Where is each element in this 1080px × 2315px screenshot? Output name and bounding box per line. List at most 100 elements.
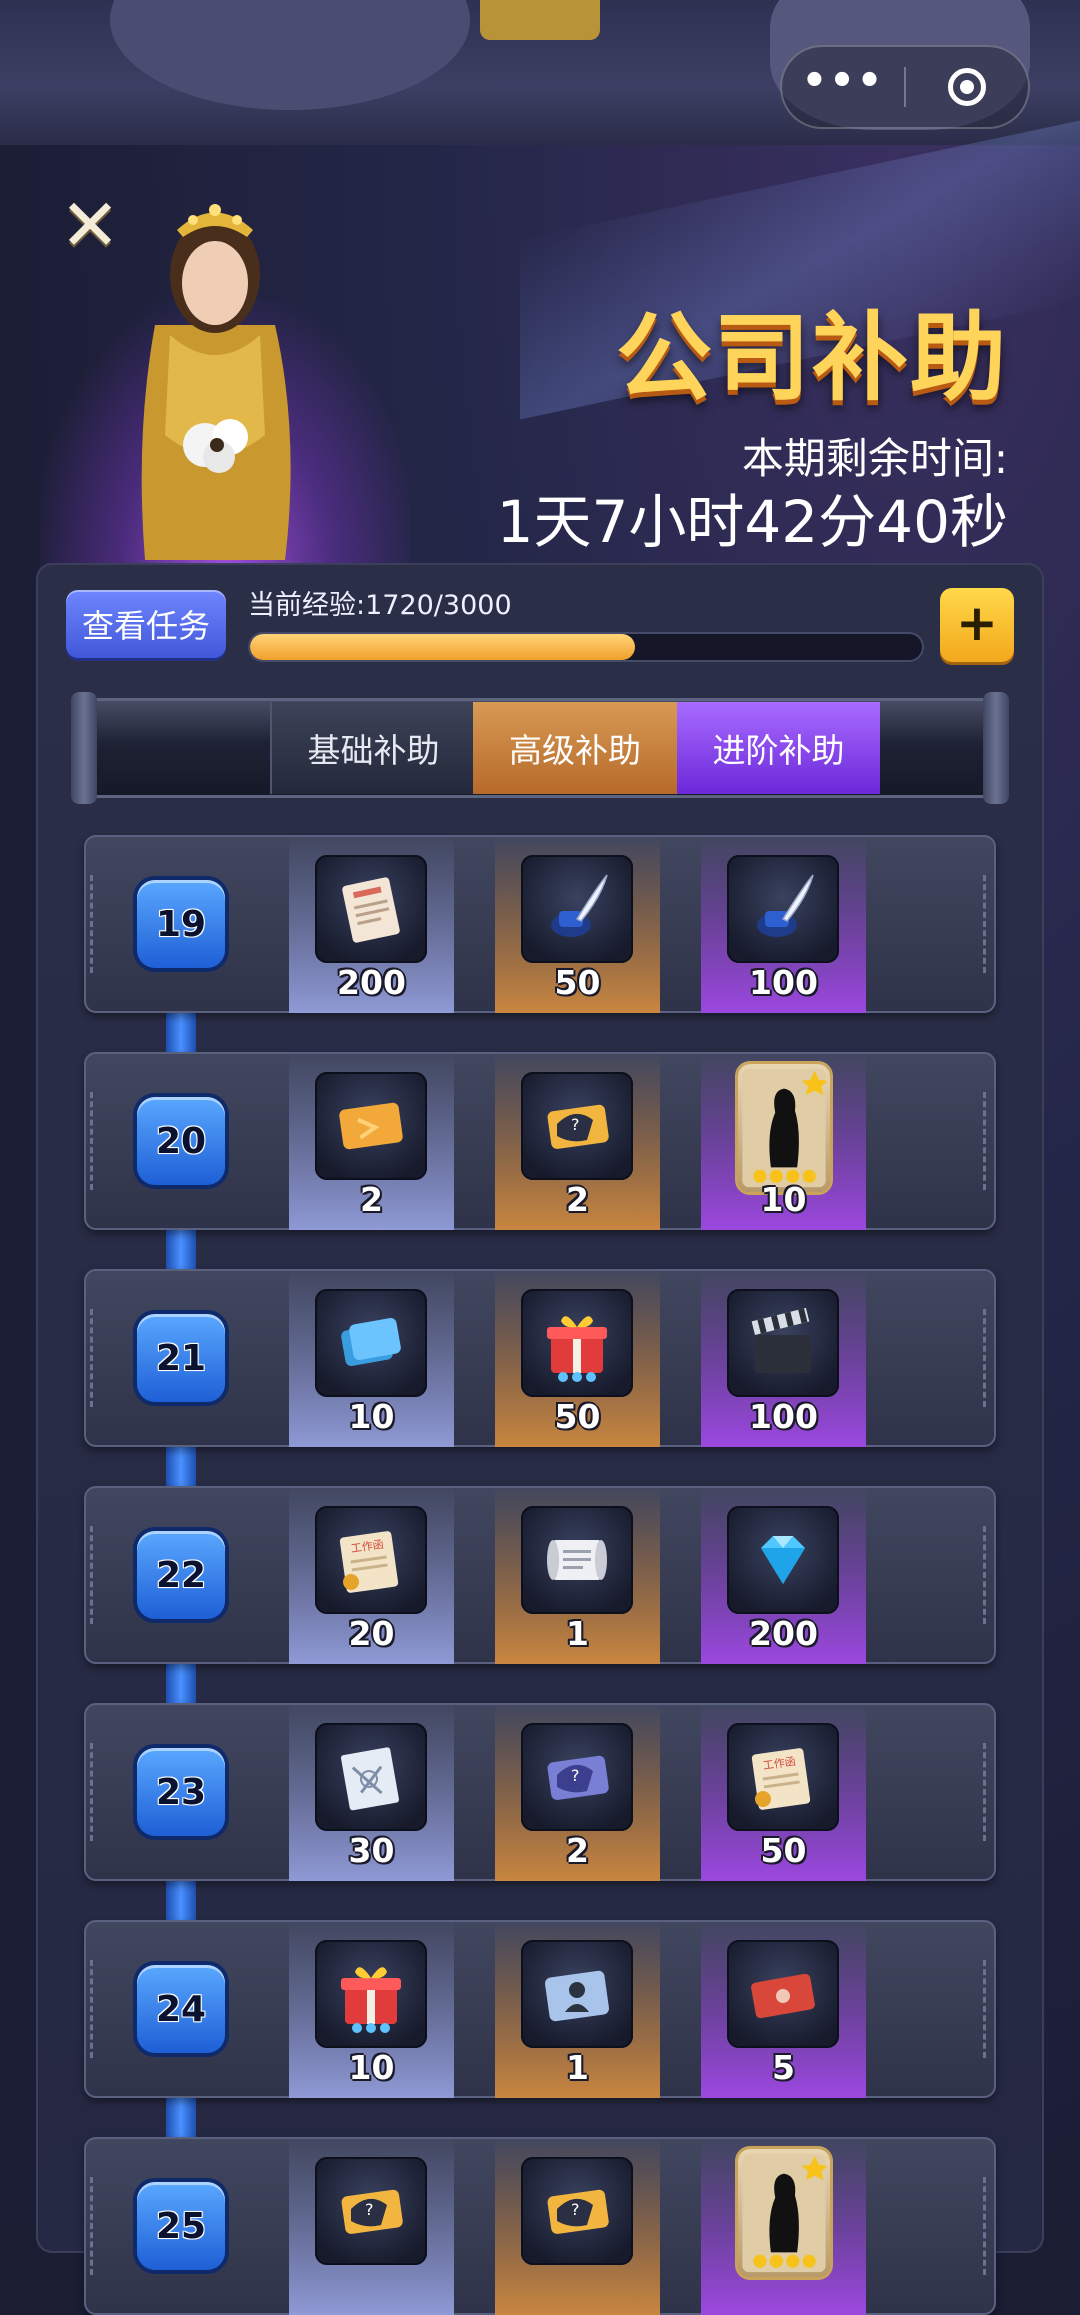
basic-reward-slot[interactable]: 30	[289, 1703, 454, 1881]
reward-quantity: 2	[566, 1180, 589, 1219]
reward-item	[727, 1506, 839, 1614]
level-badge: 23	[137, 1748, 225, 1836]
reward-quantity: 100	[749, 1397, 818, 1436]
level-badge: 22	[137, 1531, 225, 1619]
experience-progress-bar	[248, 632, 924, 662]
reward-quantity: 20	[348, 1614, 395, 1653]
basic-reward-slot[interactable]: 工作函 20	[289, 1486, 454, 1664]
mystery-ticket-icon: ?	[547, 2189, 609, 2234]
level-badge: 24	[137, 1965, 225, 2053]
reward-item: ?	[521, 1723, 633, 1831]
basic-reward-slot[interactable]: ?	[289, 2137, 454, 2315]
reward-item	[521, 1940, 633, 2048]
red-ticket-icon	[751, 1973, 815, 2019]
senior-reward-slot[interactable]: 1	[495, 1920, 660, 2098]
basic-reward-slot[interactable]: 10	[289, 1269, 454, 1447]
reward-quantity: 1	[566, 2048, 589, 2087]
svg-text:?: ?	[571, 1766, 580, 1785]
reward-quantity: 1	[566, 1614, 589, 1653]
add-experience-button[interactable]: +	[940, 588, 1014, 662]
reward-quantity: 10	[348, 2048, 395, 2087]
senior-reward-slot[interactable]: ? 2	[495, 1703, 660, 1881]
mystery-ticket-icon: ?	[341, 2189, 403, 2234]
tab-advanced-subsidy[interactable]: 进阶补助	[677, 702, 880, 794]
reward-item: 工作函	[727, 1723, 839, 1831]
target-icon	[948, 68, 986, 106]
svg-text:?: ?	[571, 1115, 580, 1134]
senior-reward-slot[interactable]: 1	[495, 1486, 660, 1664]
reward-quantity: 50	[554, 1397, 601, 1436]
advanced-reward-slot[interactable]: 10	[701, 1052, 866, 1230]
basic-reward-slot[interactable]: 2	[289, 1052, 454, 1230]
reward-item: ?	[315, 2157, 427, 2265]
advanced-reward-slot[interactable]: 5	[701, 1920, 866, 2098]
reward-item	[315, 1289, 427, 1397]
reward-item	[521, 1506, 633, 1614]
actor-card-icon	[742, 1068, 828, 1188]
advanced-reward-slot[interactable]: 200	[701, 1486, 866, 1664]
miniprogram-capsule: •••	[780, 45, 1030, 129]
portrait-card-icon	[545, 1970, 609, 2022]
reward-quantity: 10	[348, 1397, 395, 1436]
senior-reward-slot[interactable]: ? 2	[495, 1052, 660, 1230]
experience-label: 当前经验:1720/3000	[248, 590, 512, 621]
level-badge: 25	[137, 2182, 225, 2270]
close-miniprogram-button[interactable]	[906, 68, 1028, 106]
work-order-scroll-icon: 工作函	[751, 1748, 811, 1810]
experience-progress-fill	[250, 634, 636, 660]
svg-text:?: ?	[365, 2200, 374, 2219]
advanced-reward-slot[interactable]: 100	[701, 1269, 866, 1447]
tab-basic-subsidy[interactable]: 基础补助	[270, 702, 475, 794]
senior-reward-slot[interactable]: 50	[495, 1269, 660, 1447]
reward-quantity: 100	[749, 963, 818, 1002]
reward-item	[521, 855, 633, 963]
mystery-ticket-icon: ?	[547, 1104, 609, 1149]
reward-quantity: 10	[760, 1180, 807, 1219]
level-badge: 19	[137, 880, 225, 968]
svg-text:?: ?	[571, 2200, 580, 2219]
basic-reward-slot[interactable]: 200	[289, 835, 454, 1013]
reward-item	[315, 1723, 427, 1831]
contract-document-icon	[342, 877, 400, 943]
clapperboard-icon	[751, 1307, 811, 1373]
remaining-time-value: 1天7小时42分40秒	[496, 488, 1008, 556]
level-badge: 21	[137, 1314, 225, 1402]
blueprint-icon	[340, 1747, 399, 1811]
reward-item: 工作函	[315, 1506, 427, 1614]
reward-quantity: 5	[772, 2048, 795, 2087]
advanced-reward-slot[interactable]	[701, 2137, 866, 2315]
reward-item	[738, 2149, 830, 2277]
orange-ticket-icon	[339, 1102, 403, 1150]
level-badge: 20	[137, 1097, 225, 1185]
reward-item	[738, 1064, 830, 1192]
tab-senior-subsidy[interactable]: 高级补助	[473, 702, 677, 794]
reward-item	[727, 855, 839, 963]
reward-quantity: 50	[554, 963, 601, 1002]
reward-item	[315, 1940, 427, 2048]
reward-item	[727, 1940, 839, 2048]
purple-mystery-ticket-icon: ?	[547, 1755, 609, 1800]
paper-scroll-icon	[547, 1540, 607, 1580]
reward-quantity: 50	[760, 1831, 807, 1870]
blue-cards-icon	[341, 1318, 401, 1366]
work-order-scroll-icon: 工作函	[339, 1531, 399, 1593]
reward-quantity: 30	[348, 1831, 395, 1870]
reward-quantity: 2	[566, 1831, 589, 1870]
view-tasks-button[interactable]: 查看任务	[66, 590, 226, 658]
more-menu-button[interactable]: •••	[782, 61, 904, 101]
senior-reward-slot[interactable]: ?	[495, 2137, 660, 2315]
senior-reward-slot[interactable]: 50	[495, 835, 660, 1013]
advanced-reward-slot[interactable]: 100	[701, 835, 866, 1013]
basic-reward-slot[interactable]: 10	[289, 1920, 454, 2098]
gift-box-icon	[547, 1316, 607, 1382]
page-title: 公司补助	[616, 302, 1008, 414]
reward-item	[727, 1289, 839, 1397]
advanced-reward-slot[interactable]: 工作函 50	[701, 1703, 866, 1881]
reward-item	[315, 855, 427, 963]
character-avatar	[141, 204, 291, 560]
reward-item: ?	[521, 2157, 633, 2265]
gift-box-icon	[341, 1967, 401, 2033]
actor-card-icon	[742, 2153, 828, 2273]
ink-quill-icon	[757, 874, 814, 937]
reward-quantity: 200	[749, 1614, 818, 1653]
